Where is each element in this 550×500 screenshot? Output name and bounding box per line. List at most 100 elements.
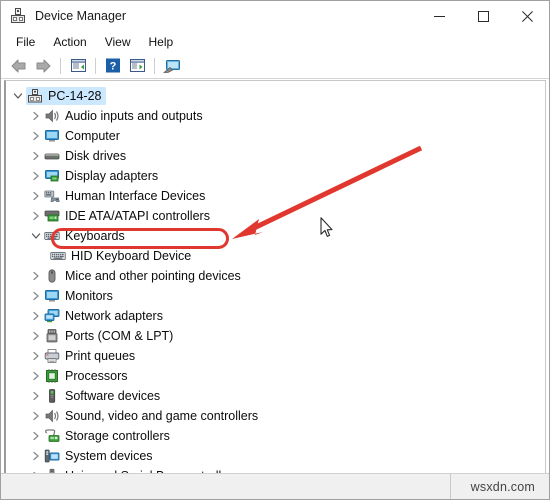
tree-node-audio-inputs-and-outputs[interactable]: Audio inputs and outputs xyxy=(6,106,545,126)
mouse-icon xyxy=(44,268,60,284)
chevron-right-icon[interactable] xyxy=(28,168,44,184)
chevron-right-icon[interactable] xyxy=(28,208,44,224)
speaker-icon xyxy=(44,408,60,424)
device-tree: PC-14-28 Audio inputs and outputs Comput… xyxy=(6,81,545,474)
menu-file[interactable]: File xyxy=(7,33,44,51)
chevron-right-icon[interactable] xyxy=(28,148,44,164)
tree-node-disk-drives[interactable]: Disk drives xyxy=(6,146,545,166)
svg-text:?: ? xyxy=(110,61,117,73)
forward-icon xyxy=(36,59,51,72)
display-adapter-icon xyxy=(44,168,60,184)
chevron-right-icon[interactable] xyxy=(28,108,44,124)
chevron-right-icon[interactable] xyxy=(28,348,44,364)
device-tree-pane[interactable]: PC-14-28 Audio inputs and outputs Comput… xyxy=(4,80,546,474)
back-icon xyxy=(11,59,26,72)
tree-node-storage-controllers[interactable]: Storage controllers xyxy=(6,426,545,446)
chevron-down-icon[interactable] xyxy=(10,88,26,104)
show-hide-console-tree-button[interactable] xyxy=(66,55,90,77)
tree-node-label: Ports (COM & LPT) xyxy=(65,329,174,343)
tree-node-software-devices[interactable]: Software devices xyxy=(6,386,545,406)
keyboard-icon xyxy=(50,248,66,264)
status-bar: wsxdn.com xyxy=(1,473,549,499)
processor-icon xyxy=(44,368,60,384)
tree-node-ide-ata-atapi-controllers[interactable]: IDE ATA/ATAPI controllers xyxy=(6,206,545,226)
tree-node-label: IDE ATA/ATAPI controllers xyxy=(65,209,210,223)
menu-help[interactable]: Help xyxy=(140,33,183,51)
toolbar-separator xyxy=(154,57,155,74)
help-button[interactable]: ? xyxy=(101,55,125,77)
properties-icon xyxy=(129,59,145,72)
keyboard-icon xyxy=(44,228,60,244)
tree-node-keyboards[interactable]: Keyboards xyxy=(6,226,545,246)
maximize-button[interactable] xyxy=(461,1,505,31)
device-manager-icon xyxy=(9,7,27,25)
chevron-right-icon[interactable] xyxy=(28,368,44,384)
tree-node-label: Network adapters xyxy=(65,309,163,323)
tree-node-label: Audio inputs and outputs xyxy=(65,109,203,123)
scan-for-hardware-changes-icon xyxy=(162,59,180,73)
title-bar: Device Manager xyxy=(1,1,549,31)
monitor-icon xyxy=(44,288,60,304)
disk-icon xyxy=(44,148,60,164)
port-icon xyxy=(44,328,60,344)
window-controls xyxy=(417,1,549,31)
chevron-right-icon[interactable] xyxy=(28,408,44,424)
tree-node-human-interface-devices[interactable]: Human Interface Devices xyxy=(6,186,545,206)
printer-icon xyxy=(44,348,60,364)
properties-button[interactable] xyxy=(125,55,149,77)
back-button[interactable] xyxy=(7,55,31,77)
computer-icon xyxy=(27,88,43,104)
tree-node-label: HID Keyboard Device xyxy=(71,249,192,263)
close-button[interactable] xyxy=(505,1,549,31)
toolbar: ? xyxy=(1,53,549,79)
chevron-right-icon[interactable] xyxy=(28,128,44,144)
tree-node-label: Storage controllers xyxy=(65,429,170,443)
system-device-icon xyxy=(44,448,60,464)
watermark-text: wsxdn.com xyxy=(470,479,535,494)
chevron-right-icon[interactable] xyxy=(28,268,44,284)
tree-node-mice-and-other-pointing-devices[interactable]: Mice and other pointing devices xyxy=(6,266,545,286)
tree-node-print-queues[interactable]: Print queues xyxy=(6,346,545,366)
tree-node-label: Display adapters xyxy=(65,169,159,183)
close-icon xyxy=(521,10,533,22)
tree-node-display-adapters[interactable]: Display adapters xyxy=(6,166,545,186)
scan-for-hardware-changes-button[interactable] xyxy=(160,55,184,77)
chevron-right-icon[interactable] xyxy=(28,308,44,324)
show-hide-console-tree-icon xyxy=(70,59,86,72)
help-icon: ? xyxy=(106,58,120,73)
tree-node-label: Software devices xyxy=(65,389,161,403)
tree-node-processors[interactable]: Processors xyxy=(6,366,545,386)
device-manager-window: Device Manager File Action View Help ? P… xyxy=(0,0,550,500)
chevron-right-icon[interactable] xyxy=(28,188,44,204)
tree-node-label: Computer xyxy=(65,129,120,143)
network-adapter-icon xyxy=(44,308,60,324)
minimize-icon xyxy=(433,15,445,17)
minimize-button[interactable] xyxy=(417,1,461,31)
tree-node-monitors[interactable]: Monitors xyxy=(6,286,545,306)
tree-node-ports-com-and-lpt[interactable]: Ports (COM & LPT) xyxy=(6,326,545,346)
chevron-right-icon[interactable] xyxy=(28,288,44,304)
chevron-right-icon[interactable] xyxy=(28,428,44,444)
hid-icon xyxy=(44,188,60,204)
tree-node-hid-keyboard-device[interactable]: HID Keyboard Device xyxy=(6,246,545,266)
chevron-down-icon[interactable] xyxy=(28,228,44,244)
root-selection[interactable]: PC-14-28 xyxy=(26,87,106,105)
chevron-right-icon[interactable] xyxy=(28,388,44,404)
chevron-right-icon[interactable] xyxy=(28,328,44,344)
toolbar-separator xyxy=(60,57,61,74)
window-title: Device Manager xyxy=(35,9,127,23)
tree-node-label: PC-14-28 xyxy=(48,89,102,103)
tree-node-network-adapters[interactable]: Network adapters xyxy=(6,306,545,326)
menu-action[interactable]: Action xyxy=(44,33,95,51)
tree-node-computer[interactable]: Computer xyxy=(6,126,545,146)
tree-node-label: Sound, video and game controllers xyxy=(65,409,259,423)
tree-node-system-devices[interactable]: System devices xyxy=(6,446,545,466)
monitor-icon xyxy=(44,128,60,144)
menu-view[interactable]: View xyxy=(96,33,140,51)
chevron-right-icon[interactable] xyxy=(28,448,44,464)
forward-button[interactable] xyxy=(31,55,55,77)
tree-node-sound-video-and-game-controllers[interactable]: Sound, video and game controllers xyxy=(6,406,545,426)
speaker-icon xyxy=(44,108,60,124)
tree-node-label: System devices xyxy=(65,449,153,463)
tree-node-root[interactable]: PC-14-28 xyxy=(6,86,545,106)
